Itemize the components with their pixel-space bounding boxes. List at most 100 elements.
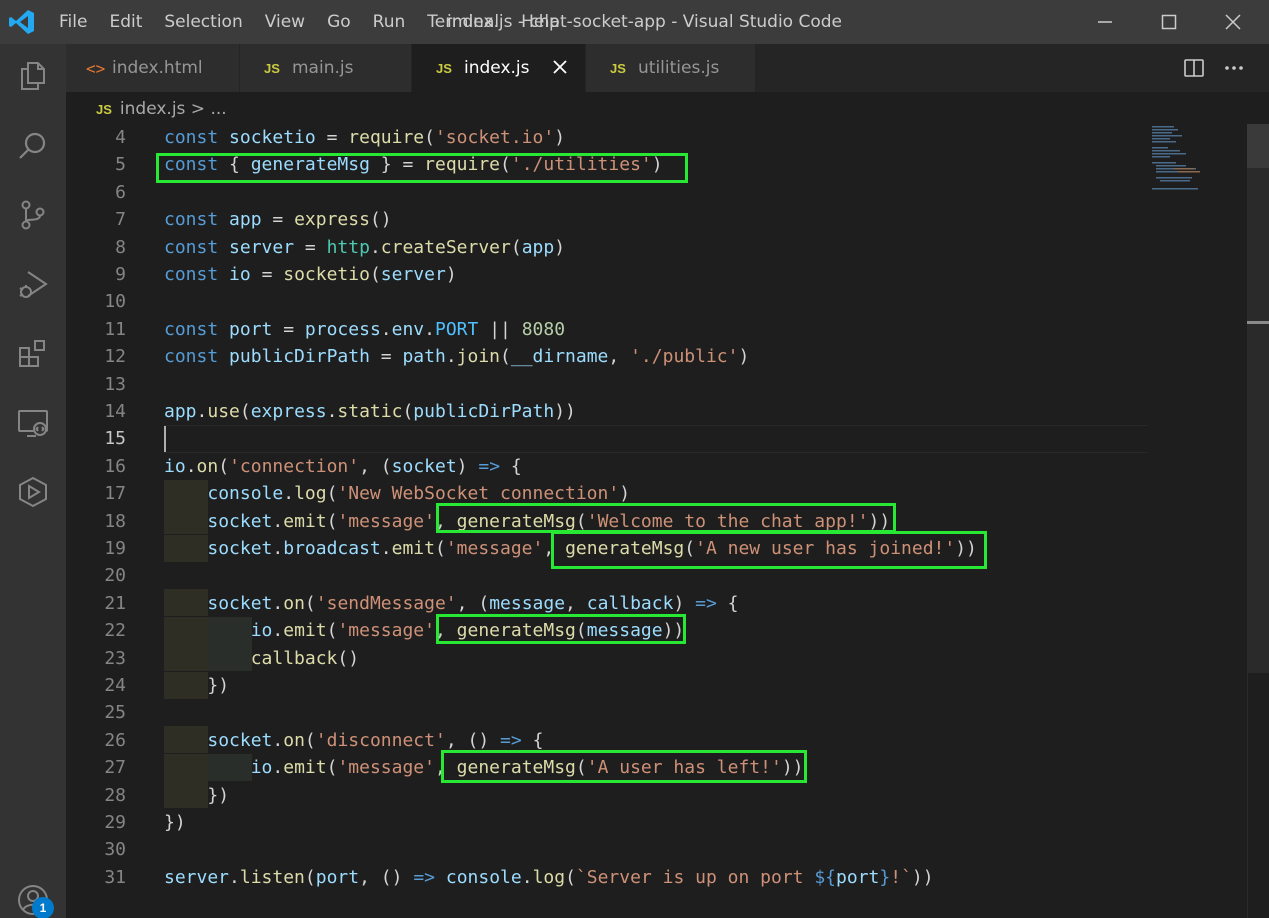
line-text: const port = process.env.PORT || 8080: [164, 318, 566, 340]
line-number: 12: [104, 346, 126, 368]
code-line: 28 }): [66, 782, 1146, 809]
remote-explorer-button[interactable]: [11, 401, 55, 445]
editor-tabs: <> index.html JS main.js JS index.js JS …: [66, 44, 1269, 92]
run-debug-button[interactable]: [11, 263, 55, 307]
scrollbar-cursor-marker: [1247, 321, 1269, 324]
line-text: socket.on('disconnect', () => {: [207, 729, 544, 751]
source-control-button[interactable]: [11, 193, 55, 237]
tab-index-html[interactable]: <> index.html: [66, 44, 240, 92]
breadcrumb: JS index.js > ...: [66, 92, 1269, 126]
line-number: 4: [115, 127, 126, 148]
search-icon: [19, 132, 46, 159]
breadcrumb-file[interactable]: index.js: [120, 99, 186, 119]
breadcrumb-separator: >: [185, 99, 211, 119]
code-line: 21 socket.on('sendMessage', (message, ca…: [66, 590, 1146, 617]
minimize-button[interactable]: [1073, 0, 1137, 44]
code-line: 18 socket.emit('message', generateMsg('W…: [66, 508, 1146, 535]
close-tab-icon[interactable]: [551, 58, 569, 76]
line-number: 8: [115, 236, 126, 258]
source-control-icon: [21, 200, 45, 230]
line-number: 23: [104, 647, 126, 669]
line-number: 25: [104, 702, 126, 724]
line-text: socket.emit('message', generateMsg('Welc…: [207, 510, 891, 532]
line-text: io.emit('message', generateMsg(message)): [250, 620, 685, 642]
title-bar: File Edit Selection View Go Run Terminal…: [0, 0, 1269, 44]
line-text: const socketio = require('socket.io'): [164, 127, 566, 148]
tab-label: index.html: [112, 58, 203, 78]
line-number: 30: [104, 839, 126, 861]
line-text: io.on('connection', (socket) => {: [164, 455, 522, 477]
tab-utilities-js[interactable]: JS utilities.js: [586, 44, 756, 92]
split-editor-icon[interactable]: [1183, 57, 1205, 79]
tab-index-js[interactable]: JS index.js: [412, 44, 586, 92]
line-text: app.use(express.static(publicDirPath)): [164, 401, 576, 422]
live-share-button[interactable]: [11, 470, 55, 514]
run-debug-icon: [19, 271, 48, 298]
close-window-button[interactable]: [1201, 0, 1265, 44]
line-text: io.emit('message', generateMsg('A user h…: [250, 757, 804, 779]
line-number: 19: [104, 538, 126, 559]
line-text: }): [207, 675, 230, 696]
search-button[interactable]: [11, 124, 55, 168]
line-text: const app = express(): [164, 209, 392, 231]
line-number: 17: [104, 483, 126, 505]
line-text: const publicDirPath = path.join(__dirnam…: [164, 346, 750, 368]
code-line: 17 console.log('New WebSocket connection…: [66, 480, 1146, 507]
js-file-icon: JS: [436, 60, 452, 76]
code-line: 26 socket.on('disconnect', () => {: [66, 727, 1146, 754]
code-line: 23 callback(): [66, 645, 1146, 672]
code-line: 5 const { generateMsg } = require('./util…: [66, 151, 1146, 178]
line-text: }): [207, 784, 230, 806]
line-number: 15: [104, 428, 126, 450]
code-line: 12 const publicDirPath = path.join(__dirn…: [66, 343, 1146, 370]
tab-label: main.js: [292, 58, 354, 78]
line-number: 28: [104, 784, 126, 806]
line-text: socket.broadcast.emit('message', generat…: [207, 538, 977, 559]
line-text: const io = socketio(server): [164, 264, 457, 285]
code-line: 25: [66, 699, 1146, 726]
line-text: console.log('New WebSocket connection'): [207, 483, 631, 505]
code-line: 4 const socketio = require('socket.io'): [66, 124, 1146, 151]
line-number: 11: [104, 318, 126, 340]
code-line: 22 io.emit('message', generateMsg(messag…: [66, 617, 1146, 644]
code-line: 11 const port = process.env.PORT || 8080: [66, 316, 1146, 343]
code-line: 8 const server = http.createServer(app): [66, 234, 1146, 261]
extensions-button[interactable]: [11, 332, 55, 376]
scrollbar-thumb[interactable]: [1247, 168, 1269, 673]
line-text: server.listen(port, () => console.log(`S…: [164, 866, 934, 888]
more-actions-icon[interactable]: [1223, 57, 1245, 79]
code-line: 24 }): [66, 672, 1146, 699]
line-number: 6: [115, 181, 126, 203]
code-line: 9 const io = socketio(server): [66, 261, 1146, 288]
maximize-button[interactable]: [1137, 0, 1201, 44]
account-notification-badge: 1: [32, 897, 54, 918]
maximize-icon: [1161, 14, 1177, 30]
line-number: 18: [104, 510, 126, 532]
line-number: 9: [115, 264, 126, 285]
line-number: 22: [104, 620, 126, 642]
tab-main-js[interactable]: JS main.js: [240, 44, 412, 92]
scrollbar-overview: [1247, 124, 1269, 168]
line-text: const { generateMsg } = require('./utili…: [164, 154, 663, 176]
explorer-button[interactable]: [11, 54, 55, 98]
code-line: 30: [66, 836, 1146, 863]
line-number: 13: [104, 373, 126, 395]
activity-bar: 1: [0, 44, 66, 918]
line-text: socket.on('sendMessage', (message, callb…: [207, 592, 739, 614]
js-file-icon: JS: [96, 101, 112, 117]
line-number: 5: [115, 154, 126, 176]
js-file-icon: JS: [264, 60, 280, 76]
code-line: 31 server.listen(port, () => console.log(…: [66, 864, 1146, 891]
files-icon: [21, 62, 45, 90]
close-icon: [1225, 14, 1241, 30]
code-line: 19 socket.broadcast.emit('message', gene…: [66, 535, 1146, 562]
remote-explorer-icon: [18, 410, 48, 437]
minimize-icon: [1098, 21, 1112, 23]
live-share-icon: [19, 476, 47, 508]
breadcrumb-more[interactable]: ...: [210, 99, 226, 119]
line-text: }): [164, 812, 186, 833]
text-cursor: [164, 426, 166, 452]
minimap[interactable]: [1148, 124, 1248, 194]
code-editor[interactable]: 4 const socketio = require('socket.io') 5…: [66, 124, 1269, 918]
line-text: const server = http.createServer(app): [164, 236, 566, 258]
